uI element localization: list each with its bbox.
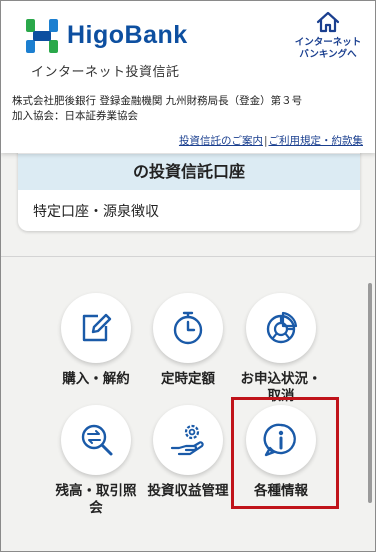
menu-application-status[interactable]: お申込状況・取消 xyxy=(235,293,327,405)
corporate-registration: 株式会社肥後銀行 登録金融機関 九州財務局長（登金）第３号 xyxy=(12,95,303,107)
app-frame: HigoBank インターネット投資信託 インターネット バンキングへ 株式会社… xyxy=(0,0,376,552)
link-separator: | xyxy=(263,135,268,147)
fund-guide-link[interactable]: 投資信託のご案内 xyxy=(179,135,263,147)
menu-icon-circle xyxy=(61,293,131,363)
section-divider xyxy=(1,256,375,257)
account-type: 特定口座・源泉徴収 xyxy=(33,204,159,220)
menu-icon-circle xyxy=(246,293,316,363)
header-links: 投資信託のご案内|ご利用規定・約款集 xyxy=(179,133,363,148)
menu-purchase-redemption[interactable]: 購入・解約 xyxy=(50,293,142,388)
menu-label: 各種情報 xyxy=(254,483,308,499)
logo-text: HigoBank xyxy=(67,21,188,49)
home-icon xyxy=(316,11,340,33)
internet-banking-link[interactable]: インターネット バンキングへ xyxy=(291,9,365,61)
higobank-logo-mark-icon xyxy=(26,19,58,53)
ib-link-line1: インターネット xyxy=(294,37,362,48)
account-card-title: の投資信託口座 xyxy=(18,154,360,190)
scrollbar[interactable] xyxy=(368,283,372,503)
menu-label: 投資収益管理 xyxy=(147,483,229,499)
menu-label: 購入・解約 xyxy=(62,371,130,387)
info-icon xyxy=(263,423,296,457)
menu-various-info[interactable]: 各種情報 xyxy=(235,405,327,500)
corporate-info: 株式会社肥後銀行 登録金融機関 九州財務局長（登金）第３号 加入協会：日本証券業… xyxy=(12,94,372,124)
menu-icon-circle xyxy=(61,405,131,475)
association-membership: 加入協会：日本証券業協会 xyxy=(12,110,138,122)
menu-regular-fixed-amount[interactable]: 定時定額 xyxy=(142,293,234,388)
menu-label: 定時定額 xyxy=(161,371,215,387)
menu-investment-return[interactable]: 投資収益管理 xyxy=(142,405,234,500)
menu-label: 残高・取引照会 xyxy=(55,483,137,516)
stopwatch-icon xyxy=(173,311,203,345)
menu-label: お申込状況・取消 xyxy=(240,371,322,404)
site-header: HigoBank インターネット投資信託 インターネット バンキングへ 株式会社… xyxy=(1,1,375,153)
menu-icon-circle xyxy=(153,293,223,363)
service-subtitle: インターネット投資信託 xyxy=(31,65,180,80)
pencil-square-icon xyxy=(82,313,112,342)
exchange-magnifier-icon xyxy=(81,424,113,456)
menu-icon-circle xyxy=(153,405,223,475)
higobank-logo[interactable]: HigoBank xyxy=(25,17,215,57)
terms-link[interactable]: ご利用規定・約款集 xyxy=(269,135,364,147)
pie-chart-icon xyxy=(266,311,298,344)
menu-icon-circle xyxy=(246,405,316,475)
hand-coin-gear-icon xyxy=(170,424,204,456)
ib-link-line2: バンキングへ xyxy=(299,49,357,60)
menu-balance-inquiry[interactable]: 残高・取引照会 xyxy=(50,405,142,517)
